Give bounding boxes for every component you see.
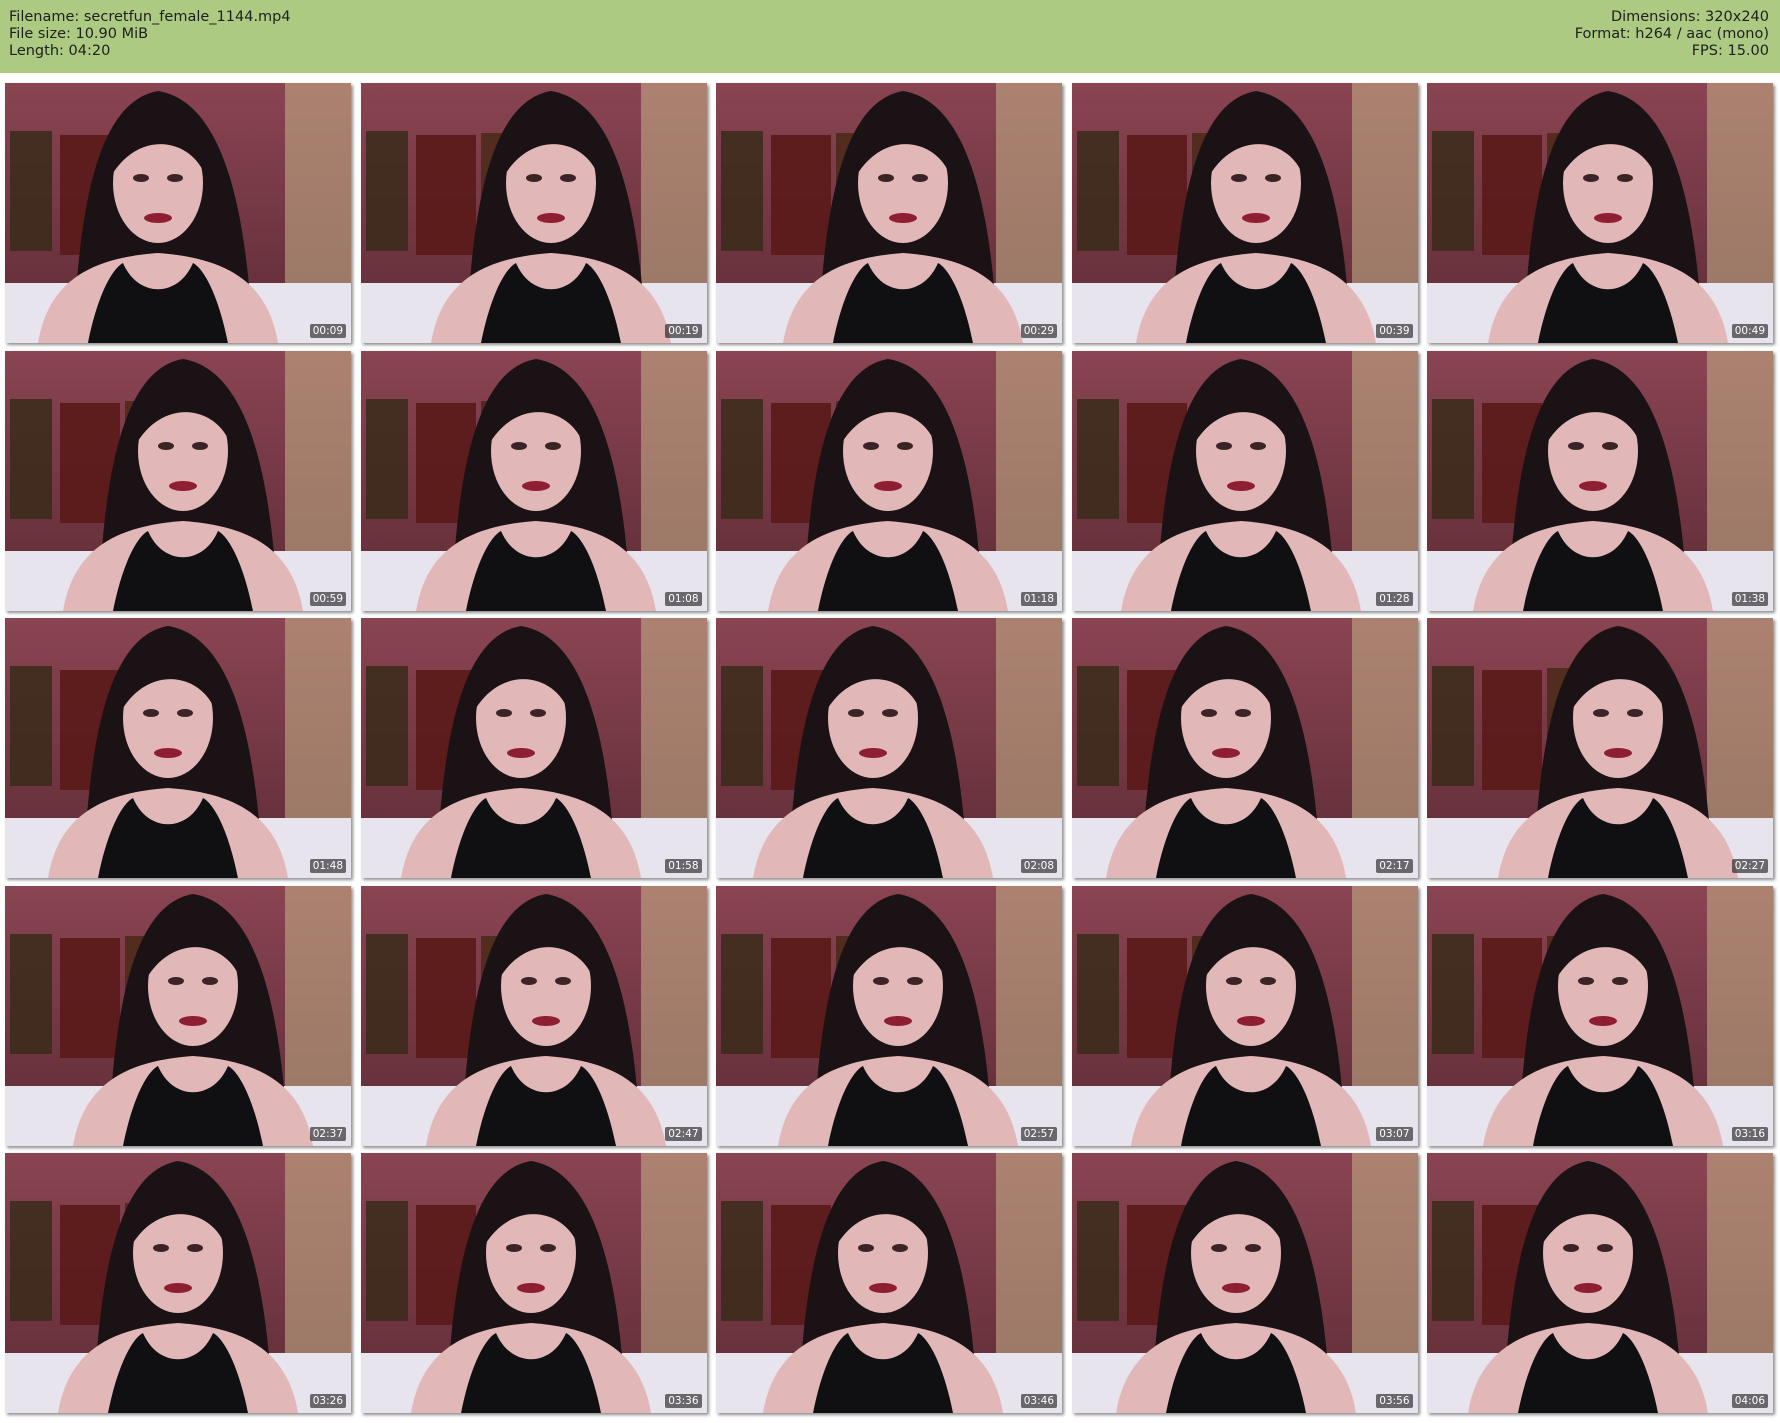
info-header: Filename: secretfun_female_1144.mp4 File… <box>0 0 1780 73</box>
frame-image <box>1071 618 1418 878</box>
frame-image <box>5 885 351 1146</box>
timestamp-label: 00:49 <box>1731 324 1768 338</box>
info-left: Filename: secretfun_female_1144.mp4 File… <box>9 9 291 60</box>
frame-image <box>5 350 351 611</box>
frame-image <box>1427 618 1773 878</box>
info-right: Dimensions: 320x240 Format: h264 / aac (… <box>1575 9 1769 60</box>
video-thumbnail: 00:29 <box>716 83 1062 343</box>
frame-image <box>716 618 1062 878</box>
video-thumbnail: 03:07 <box>1071 885 1418 1146</box>
video-thumbnail: 02:27 <box>1427 618 1773 878</box>
video-thumbnail: 03:16 <box>1427 885 1773 1146</box>
timestamp-label: 00:59 <box>309 591 346 606</box>
timestamp-label: 01:48 <box>309 859 346 873</box>
frame-image <box>1071 885 1418 1146</box>
frame-image <box>716 350 1062 611</box>
frame-image <box>1427 83 1773 343</box>
frame-image <box>1071 1153 1418 1413</box>
timestamp-label: 00:19 <box>665 324 702 338</box>
frame-image <box>360 885 707 1146</box>
timestamp-label: 02:17 <box>1376 859 1413 873</box>
timestamp-label: 03:56 <box>1376 1394 1413 1408</box>
filesize-text: File size: 10.90 MiB <box>9 26 149 42</box>
timestamp-label: 02:57 <box>1020 1126 1057 1141</box>
video-thumbnail: 02:47 <box>360 885 707 1146</box>
timestamp-label: 04:06 <box>1731 1394 1768 1408</box>
timestamp-label: 00:09 <box>309 324 346 338</box>
frame-image <box>1427 350 1773 611</box>
video-thumbnail: 01:48 <box>5 618 351 878</box>
timestamp-label: 01:38 <box>1731 591 1768 606</box>
frame-image <box>1427 885 1773 1146</box>
video-thumbnail: 00:19 <box>360 83 707 343</box>
frame-image <box>360 618 707 878</box>
video-thumbnail: 01:08 <box>360 350 707 611</box>
frame-image <box>5 83 351 343</box>
timestamp-label: 01:58 <box>665 859 702 873</box>
timestamp-label: 03:46 <box>1020 1394 1057 1408</box>
video-thumbnail: 00:09 <box>5 83 351 343</box>
video-thumbnail: 03:46 <box>716 1153 1062 1413</box>
frame-image <box>1427 1153 1773 1413</box>
timestamp-label: 01:08 <box>665 591 702 606</box>
frame-image <box>5 618 351 878</box>
timestamp-label: 02:27 <box>1731 859 1768 873</box>
timestamp-label: 03:16 <box>1731 1126 1768 1141</box>
frame-image <box>1071 350 1418 611</box>
video-thumbnail: 00:59 <box>5 350 351 611</box>
frame-image <box>360 83 707 343</box>
video-thumbnail: 02:08 <box>716 618 1062 878</box>
video-thumbnail: 02:57 <box>716 885 1062 1146</box>
fps-text: FPS: 15.00 <box>1691 43 1769 59</box>
filename-text: Filename: secretfun_female_1144.mp4 <box>9 9 291 25</box>
timestamp-label: 00:29 <box>1020 324 1057 338</box>
format-text: Format: h264 / aac (mono) <box>1574 26 1769 42</box>
video-thumbnail: 01:58 <box>360 618 707 878</box>
frame-image <box>716 1153 1062 1413</box>
video-thumbnail: 03:36 <box>360 1153 707 1413</box>
video-thumbnail: 00:39 <box>1071 83 1418 343</box>
frame-image <box>716 83 1062 343</box>
video-thumbnail: 01:18 <box>716 350 1062 611</box>
video-thumbnail: 03:56 <box>1071 1153 1418 1413</box>
timestamp-label: 01:18 <box>1020 591 1057 606</box>
video-thumbnail: 00:49 <box>1427 83 1773 343</box>
timestamp-label: 03:36 <box>665 1394 702 1408</box>
frame-image <box>360 350 707 611</box>
timestamp-label: 03:26 <box>309 1394 346 1408</box>
timestamp-label: 03:07 <box>1376 1126 1413 1141</box>
timestamp-label: 00:39 <box>1376 324 1413 338</box>
frame-image <box>5 1153 351 1413</box>
dimensions-text: Dimensions: 320x240 <box>1610 9 1769 25</box>
video-thumbnail: 03:26 <box>5 1153 351 1413</box>
frame-image <box>360 1153 707 1413</box>
thumbnail-grid: 00:09 00:19 00:29 00:39 00:49 00:59 01:0… <box>5 83 1775 1416</box>
length-text: Length: 04:20 <box>9 43 111 59</box>
video-thumbnail: 02:37 <box>5 885 351 1146</box>
timestamp-label: 01:28 <box>1376 591 1413 606</box>
video-thumbnail: 01:38 <box>1427 350 1773 611</box>
video-thumbnail: 02:17 <box>1071 618 1418 878</box>
video-thumbnail: 04:06 <box>1427 1153 1773 1413</box>
timestamp-label: 02:37 <box>309 1126 346 1141</box>
timestamp-label: 02:47 <box>665 1126 702 1141</box>
timestamp-label: 02:08 <box>1020 859 1057 873</box>
video-thumbnail: 01:28 <box>1071 350 1418 611</box>
frame-image <box>1071 83 1418 343</box>
frame-image <box>716 885 1062 1146</box>
